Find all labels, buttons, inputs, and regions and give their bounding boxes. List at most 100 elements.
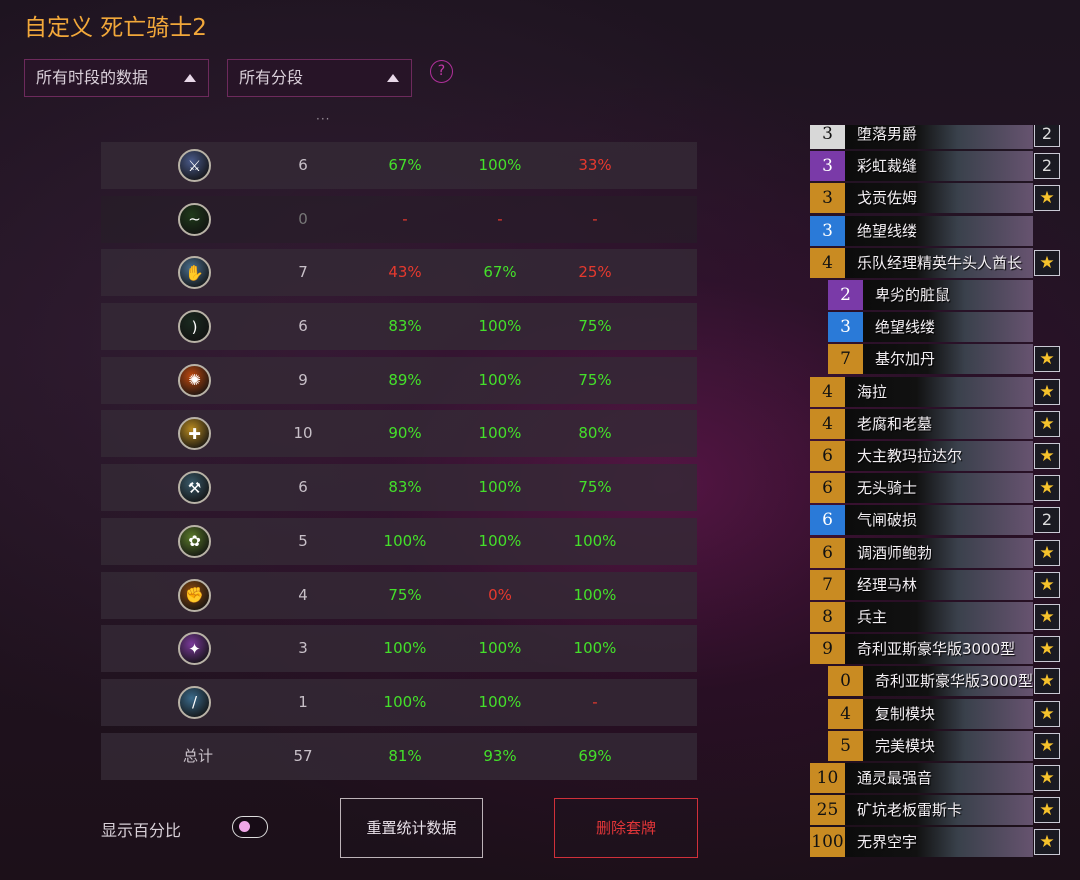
winrate-1: 90% [388,424,422,443]
winrate-3: 100% [573,531,617,550]
caret-up-icon [184,74,196,82]
games-count: 0 [298,209,308,228]
winrate-2: 100% [478,639,522,658]
rank-label: 所有分段 [239,68,304,87]
card-cost: 3 [810,215,845,246]
table-row: ✚ 10 90% 100% 80% [101,410,697,458]
legendary-star-icon: ★ [1034,700,1060,727]
green-serpent-icon: ~ [178,202,211,236]
table-row: ✋ 7 43% 67% 25% [101,249,697,297]
deck-card[interactable]: 7 经理马林 ★ [810,569,1060,600]
total-games: 57 [293,746,313,765]
sword-icon: / [178,685,211,719]
legendary-star-icon: ★ [1034,604,1060,630]
deck-card[interactable]: 4 海拉 ★ [810,376,1060,407]
total-winrate-1: 81% [388,746,422,765]
card-name: 彩虹裁缝 [857,157,918,176]
deck-card[interactable]: 6 无头骑士 ★ [810,473,1060,504]
winrate-2: 100% [478,156,522,174]
deck-card[interactable]: 2 卑劣的脏鼠 [828,280,1060,310]
time-range-dropdown[interactable]: 所有时段的数据 [24,59,209,97]
deck-card[interactable]: 4 老腐和老墓 ★ [810,408,1060,439]
card-cost: 4 [810,376,845,407]
card-name: 无界空宇 [857,833,918,852]
card-cost: 3 [810,125,845,149]
card-cost: 100 [810,827,845,858]
card-cost: 7 [828,344,863,375]
card-cost: 2 [828,280,863,310]
deck-card[interactable]: 3 绝望线缕 [828,312,1060,343]
card-name: 绝望线缕 [857,221,918,240]
winrate-1: 83% [388,317,422,336]
deck-card[interactable]: 100 无界空宇 ★ [810,827,1060,858]
legendary-star-icon: ★ [1034,797,1060,824]
total-label: 总计 [182,746,213,765]
deck-card[interactable]: 25 矿坑老板雷斯卡 ★ [810,795,1060,826]
deck-card[interactable]: 9 奇利亚斯豪华版3000型 ★ [810,634,1060,665]
deck-card[interactable]: 3 堕落男爵 2 [810,125,1060,149]
deck-card[interactable]: 5 完美模块 ★ [828,730,1060,761]
legendary-star-icon: ★ [1034,249,1060,276]
card-name: 奇利亚斯豪华版3000型 [875,672,1034,691]
card-cost: 3 [810,183,845,214]
card-name: 卑劣的脏鼠 [875,286,951,304]
card-cost: 6 [810,473,845,504]
deck-card[interactable]: 7 基尔加丹 ★ [828,344,1060,375]
winrate-1: 100% [383,531,427,550]
deck-card[interactable]: 0 奇利亚斯豪华版3000型 ★ [828,666,1060,697]
card-name: 气闸破损 [857,511,918,530]
legendary-star-icon: ★ [1034,539,1060,566]
card-cost: 4 [810,247,845,278]
card-name: 复制模块 [875,704,936,723]
deck-card[interactable]: 3 彩虹裁缝 2 [810,151,1060,182]
card-cost: 8 [810,602,845,632]
card-cost: 7 [810,569,845,600]
table-row: ✿ 5 100% 100% 100% [101,517,697,565]
card-name: 经理马林 [857,575,918,594]
games-count: 6 [298,317,308,336]
show-percent-toggle[interactable] [232,816,268,838]
card-cost: 4 [810,408,845,439]
deck-card[interactable]: 6 调酒师鲍勃 ★ [810,537,1060,568]
deck-card[interactable]: 3 绝望线缕 [810,215,1060,246]
card-cost: 3 [828,312,863,343]
card-cost: 6 [810,441,845,471]
deck-card[interactable]: 6 气闸破损 2 [810,505,1060,536]
card-name: 完美模块 [875,736,936,755]
winrate-1: 83% [388,478,422,497]
table-row: ⚒ 6 83% 100% 75% [101,464,697,512]
help-icon[interactable]: ? [430,60,453,83]
holy-tome-icon: ✚ [178,417,211,451]
table-row: ) 6 83% 100% 75% [101,303,697,351]
card-cost: 6 [810,537,845,568]
deck-card[interactable]: 4 复制模块 ★ [828,698,1060,729]
card-name: 戈贡佐姆 [857,189,918,208]
winrate-1: 89% [388,370,422,389]
legendary-star-icon: ★ [1034,443,1060,469]
table-row: ✺ 9 89% 100% 75% [101,356,697,404]
card-name: 老腐和老墓 [857,414,933,433]
games-count: 10 [293,424,313,443]
delete-deck-button[interactable]: 删除套牌 [554,798,698,858]
deck-card-list[interactable]: 3 堕落男爵 2 3 彩虹裁缝 2 3 戈贡佐姆 ★ 3 绝望线缕 4 乐队经理精英牛头人酋长 ★ 2 卑劣的… [810,125,1060,860]
reset-stats-button[interactable]: 重置统计数据 [340,798,483,858]
winrate-3: - [592,209,598,228]
winrate-1: 67% [388,156,422,174]
rank-dropdown[interactable]: 所有分段 [227,59,412,97]
winrate-1: 75% [388,585,422,604]
games-count: 6 [298,478,308,497]
card-count-badge: 2 [1034,507,1060,534]
deck-card[interactable]: 10 通灵最强音 ★ [810,763,1060,793]
page-title: 自定义 死亡骑士2 [24,15,207,41]
deck-card[interactable]: 4 乐队经理精英牛头人酋长 ★ [810,247,1060,278]
legendary-star-icon: ★ [1034,829,1060,856]
winrate-2: 67% [483,263,517,282]
legendary-star-icon: ★ [1034,346,1060,373]
card-cost: 4 [828,698,863,729]
deck-card[interactable]: 3 戈贡佐姆 ★ [810,183,1060,214]
show-percent-label: 显示百分比 [101,821,182,840]
card-name: 海拉 [857,382,888,401]
deck-card[interactable]: 8 兵主 ★ [810,602,1060,632]
card-name: 无头骑士 [857,479,918,498]
deck-card[interactable]: 6 大主教玛拉达尔 ★ [810,441,1060,471]
